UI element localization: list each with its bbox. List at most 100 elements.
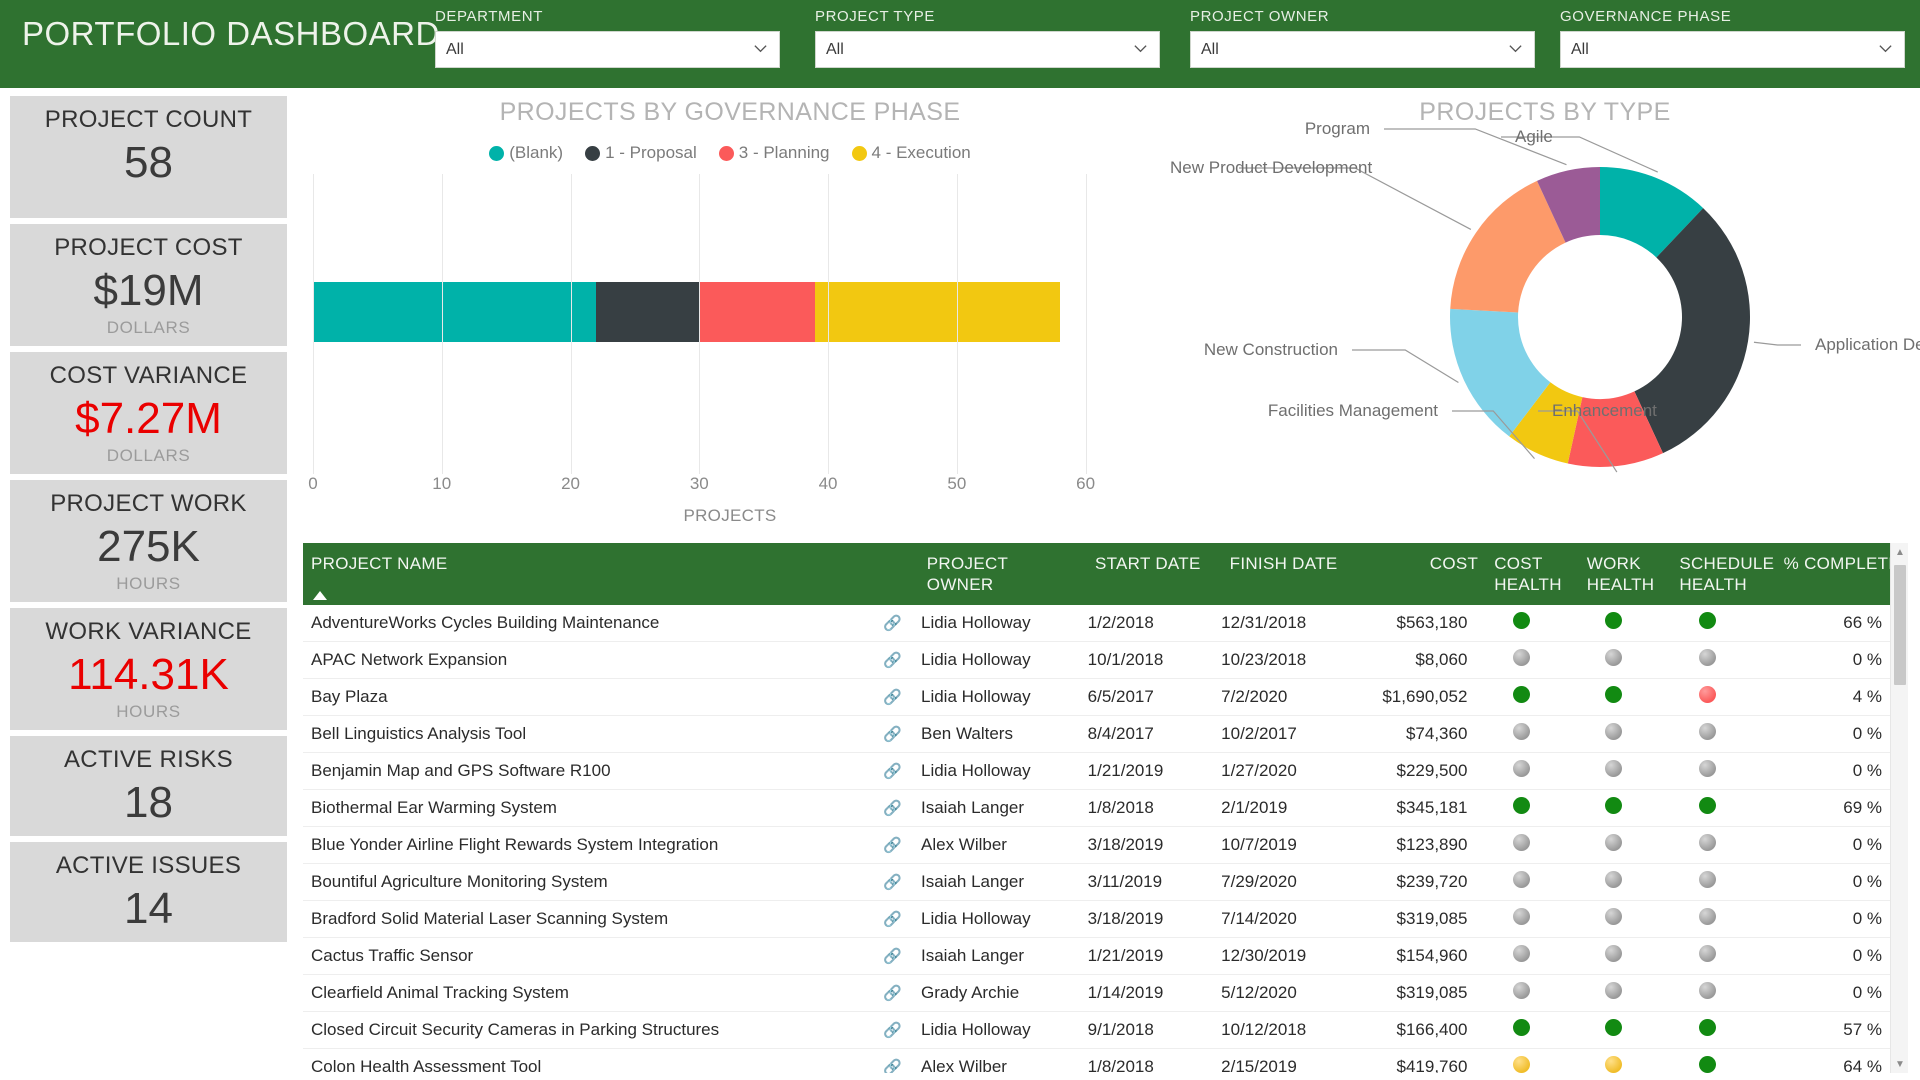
link-icon[interactable]: 🔗	[872, 1057, 913, 1073]
kpi-card-project-work: PROJECT WORK 275K HOURS	[10, 480, 287, 602]
table-header-owner[interactable]: PROJECT OWNER	[919, 543, 1087, 605]
gridline	[828, 174, 830, 474]
link-icon[interactable]: 🔗	[872, 613, 913, 633]
table-cell-name: Bradford Solid Material Laser Scanning S…	[311, 909, 669, 928]
table-header-link[interactable]	[878, 543, 919, 605]
slicer-project-owner-label: PROJECT OWNER	[1190, 8, 1330, 25]
table-row[interactable]: Closed Circuit Security Cameras in Parki…	[303, 1012, 1890, 1049]
bar-chart-plot	[295, 174, 1165, 474]
status-badge-sched_h	[1659, 871, 1756, 893]
status-badge-cost_h	[1475, 871, 1567, 893]
legend-item-2[interactable]: 3 - Planning	[718, 143, 830, 163]
table-header-sched_h[interactable]: SCHEDULE HEALTH	[1671, 543, 1774, 605]
status-badge-cost_h	[1475, 834, 1567, 856]
table-cell-finish: 10/23/2018	[1221, 650, 1307, 669]
table-row[interactable]: Bay Plaza 🔗 Lidia Holloway 6/5/2017 7/2/2020…	[303, 679, 1890, 716]
table-cell-name: Benjamin Map and GPS Software R100	[311, 761, 611, 780]
kpi-value: 275K	[97, 522, 200, 571]
status-badge-cost_h	[1475, 1019, 1567, 1041]
link-icon[interactable]: 🔗	[872, 724, 913, 744]
status-badge-sched_h	[1659, 834, 1756, 856]
table-header-finish[interactable]: FINISH DATE	[1222, 543, 1361, 605]
chevron-down-icon[interactable]: ▼	[1891, 1055, 1908, 1073]
table-cell-owner: Lidia Holloway	[921, 613, 1031, 632]
status-badge-sched_h	[1659, 1019, 1756, 1041]
table-row[interactable]: Colon Health Assessment Tool 🔗 Alex Wilber…	[303, 1049, 1890, 1073]
status-badge-cost_h	[1475, 649, 1567, 671]
kpi-card-project-count: PROJECT COUNT 58	[10, 96, 287, 218]
slicer-project-type-value: All	[826, 40, 844, 58]
table-cell-cost: $563,180	[1396, 613, 1468, 632]
table-row[interactable]: Clearfield Animal Tracking System 🔗 Grady …	[303, 975, 1890, 1012]
table-header-pct[interactable]: % COMPLETE	[1773, 543, 1908, 605]
table-row[interactable]: AdventureWorks Cycles Building Maintenan…	[303, 605, 1890, 642]
status-badge-sched_h	[1659, 945, 1756, 967]
chevron-up-icon[interactable]: ▲	[1891, 543, 1908, 561]
slicer-project-type-dropdown[interactable]: All	[815, 31, 1160, 68]
legend-item-1[interactable]: 1 - Proposal	[585, 143, 697, 163]
x-axis-tick: 20	[561, 474, 580, 493]
legend-swatch-icon	[585, 145, 601, 161]
link-icon[interactable]: 🔗	[872, 687, 913, 707]
slicer-project-owner: PROJECT OWNER All	[1190, 8, 1535, 68]
bar-segment-2[interactable]	[699, 282, 816, 342]
kpi-unit: DOLLARS	[106, 318, 191, 338]
sort-ascending-icon[interactable]	[313, 591, 327, 600]
table-row[interactable]: Blue Yonder Airline Flight Rewards Syste…	[303, 827, 1890, 864]
table-header-row: PROJECT NAME PROJECT OWNER START DATE FINIS…	[303, 543, 1908, 605]
table-row[interactable]: Bell Linguistics Analysis Tool 🔗 Ben Walte…	[303, 716, 1890, 753]
legend-item-3[interactable]: 4 - Execution	[851, 143, 971, 163]
status-badge-cost_h	[1475, 1056, 1567, 1073]
legend-label: 3 - Planning	[738, 143, 830, 162]
link-icon[interactable]: 🔗	[872, 1020, 913, 1040]
gridline	[313, 174, 314, 474]
link-icon[interactable]: 🔗	[872, 798, 913, 818]
slicer-governance-phase-dropdown[interactable]: All	[1560, 31, 1905, 68]
table-cell-pct: 0 %	[1852, 872, 1882, 891]
table-row[interactable]: Bountiful Agriculture Monitoring System 🔗…	[303, 864, 1890, 901]
table-row[interactable]: Benjamin Map and GPS Software R100 🔗 Lidia…	[303, 753, 1890, 790]
link-icon[interactable]: 🔗	[872, 835, 913, 855]
table-cell-start: 10/1/2018	[1087, 650, 1164, 669]
table-body: AdventureWorks Cycles Building Maintenan…	[303, 605, 1890, 1073]
table-cell-finish: 7/14/2020	[1221, 909, 1297, 928]
table-row[interactable]: Biothermal Ear Warming System 🔗 Isaiah Lan…	[303, 790, 1890, 827]
legend-item-0[interactable]: (Blank)	[489, 143, 563, 163]
table-cell-pct: 0 %	[1852, 946, 1882, 965]
table-cell-cost: $319,085	[1396, 983, 1468, 1002]
legend-swatch-icon	[489, 145, 505, 161]
donut-label-program: Program	[1304, 119, 1370, 138]
link-icon[interactable]: 🔗	[872, 761, 913, 781]
link-icon[interactable]: 🔗	[872, 983, 913, 1003]
chart-projects-by-governance-phase: PROJECTS BY GOVERNANCE PHASE (Blank) 1 - …	[295, 96, 1165, 531]
bar-segment-1[interactable]	[596, 282, 700, 342]
link-icon[interactable]: 🔗	[872, 946, 913, 966]
gridline	[956, 174, 958, 474]
slicer-project-type: PROJECT TYPE All	[815, 8, 1160, 68]
bar-segment-0[interactable]	[313, 282, 597, 342]
kpi-column: PROJECT COUNT 58 PROJECT COST $19M DOLLARS CO…	[10, 96, 287, 948]
table-row[interactable]: Bradford Solid Material Laser Scanning S…	[303, 901, 1890, 938]
scrollbar-thumb[interactable]	[1894, 565, 1906, 685]
bar-segment-3[interactable]	[815, 282, 1060, 342]
donut-chart[interactable]	[1445, 162, 1755, 472]
link-icon[interactable]: 🔗	[872, 650, 913, 670]
table-cell-start: 3/18/2019	[1087, 909, 1164, 928]
table-row[interactable]: Cactus Traffic Sensor 🔗 Isaiah Langer 1/21/…	[303, 938, 1890, 975]
link-icon[interactable]: 🔗	[872, 909, 913, 929]
status-badge-work_h	[1567, 1056, 1659, 1073]
stacked-bar[interactable]	[313, 282, 1060, 342]
slicer-department-dropdown[interactable]: All	[435, 31, 780, 68]
table-header-name[interactable]: PROJECT NAME	[303, 543, 878, 605]
table-header-cost_h[interactable]: COST HEALTH	[1486, 543, 1579, 605]
status-badge-sched_h	[1659, 612, 1756, 634]
table-scrollbar[interactable]: ▲ ▼	[1890, 543, 1908, 1073]
table-header-start[interactable]: START DATE	[1087, 543, 1222, 605]
slicer-project-owner-dropdown[interactable]: All	[1190, 31, 1535, 68]
link-icon[interactable]: 🔗	[872, 872, 913, 892]
table-row[interactable]: APAC Network Expansion 🔗 Lidia Holloway 10/…	[303, 642, 1890, 679]
status-badge-cost_h	[1475, 760, 1567, 782]
table-header-cost[interactable]: COST	[1361, 543, 1486, 605]
status-badge-work_h	[1567, 797, 1659, 819]
table-header-work_h[interactable]: WORK HEALTH	[1579, 543, 1672, 605]
